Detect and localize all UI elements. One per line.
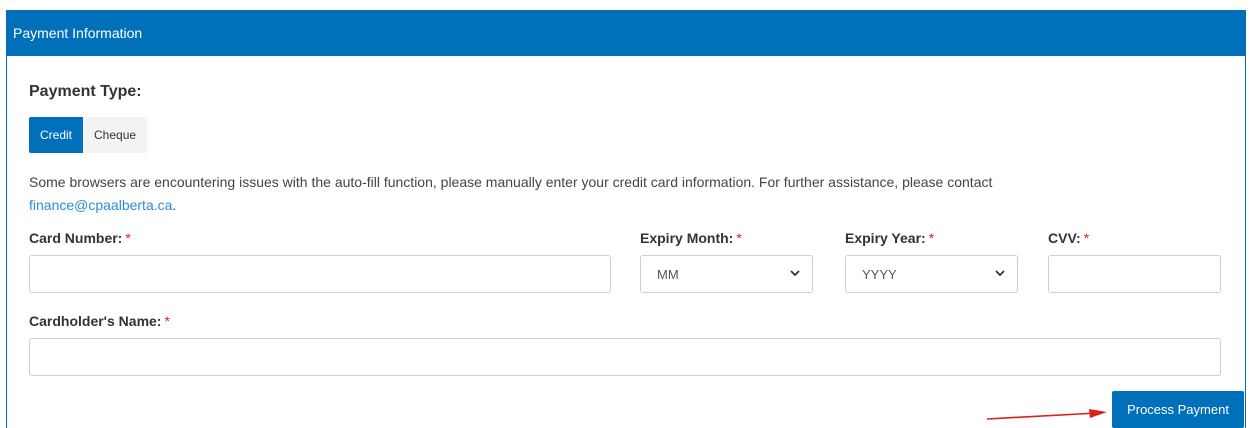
expiry-year-value: YYYY xyxy=(862,267,897,282)
autofill-notice: Some browsers are encountering issues wi… xyxy=(29,171,1219,217)
process-payment-button[interactable]: Process Payment xyxy=(1112,391,1244,428)
expiry-month-label-text: Expiry Month: xyxy=(640,230,734,246)
expiry-year-label: Expiry Year: * xyxy=(845,230,934,246)
chevron-down-icon xyxy=(790,270,800,277)
cvv-label-text: CVV: xyxy=(1048,230,1081,246)
card-number-label-text: Card Number: xyxy=(29,230,123,246)
red-arrow-annotation-icon xyxy=(986,409,1107,420)
chevron-down-icon xyxy=(995,270,1005,277)
expiry-year-label-text: Expiry Year: xyxy=(845,230,926,246)
payment-type-tabs: Credit Cheque xyxy=(29,117,148,153)
panel-header: Payment Information xyxy=(7,10,1245,56)
required-asterisk: * xyxy=(164,313,170,329)
expiry-month-select[interactable]: MM xyxy=(640,255,813,293)
notice-text: Some browsers are encountering issues wi… xyxy=(29,174,993,190)
panel-title: Payment Information xyxy=(13,25,143,41)
expiry-month-value: MM xyxy=(657,267,679,282)
required-asterisk: * xyxy=(928,230,935,246)
card-number-input[interactable] xyxy=(29,255,611,293)
tab-cheque[interactable]: Cheque xyxy=(83,117,148,153)
required-asterisk: * xyxy=(125,230,131,246)
cardholder-name-label-text: Cardholder's Name: xyxy=(29,313,162,329)
required-asterisk: * xyxy=(1083,230,1090,246)
cvv-label: CVV: * xyxy=(1048,230,1089,246)
payment-type-title: Payment Type: xyxy=(29,83,142,100)
card-number-label: Card Number: * xyxy=(29,230,131,246)
notice-period: . xyxy=(172,197,177,213)
cardholder-name-input[interactable] xyxy=(29,338,1221,376)
cardholder-name-label: Cardholder's Name: * xyxy=(29,313,170,329)
expiry-month-label: Expiry Month: * xyxy=(640,230,742,246)
required-asterisk: * xyxy=(736,230,742,246)
cvv-input[interactable] xyxy=(1048,255,1221,293)
finance-email-link[interactable]: finance@cpaalberta.ca xyxy=(29,197,172,213)
expiry-year-select[interactable]: YYYY xyxy=(845,255,1018,293)
tab-credit[interactable]: Credit xyxy=(29,117,84,153)
